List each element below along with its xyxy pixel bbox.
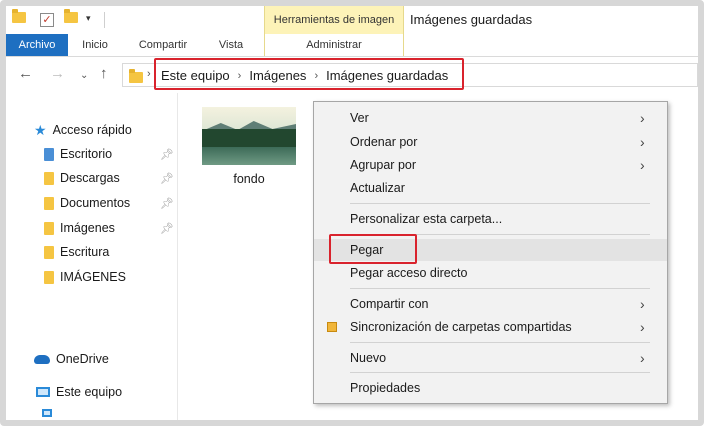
- menu-separator: [350, 372, 650, 373]
- sidebar-item-label: Escritorio: [60, 147, 113, 161]
- tab-administrar[interactable]: Administrar: [264, 34, 404, 56]
- menu-item-actualizar[interactable]: Actualizar: [314, 177, 667, 199]
- explorer-window: ✓ ▾ Herramientas de imagen Imágenes guar…: [6, 6, 698, 420]
- desktop-folder-icon: [44, 147, 54, 161]
- menu-item-label: Propiedades: [350, 381, 421, 395]
- sidebar-item-escritorio[interactable]: Escritorio: [44, 144, 112, 164]
- window-title: Imágenes guardadas: [410, 12, 533, 27]
- file-thumbnail[interactable]: [202, 107, 296, 165]
- pictures-folder-icon: [44, 221, 54, 235]
- downloads-folder-icon: [44, 171, 54, 185]
- folder-icon: [12, 9, 26, 23]
- pin-icon[interactable]: 📌︎: [160, 172, 174, 185]
- sidebar-item-label: IMÁGENES: [60, 270, 126, 284]
- tab-vista[interactable]: Vista: [210, 34, 252, 56]
- back-arrow-icon[interactable]: ←: [18, 65, 33, 83]
- picture-tools-context-label: Herramientas de imagen: [264, 6, 404, 34]
- menu-separator: [350, 288, 650, 289]
- forward-arrow-icon[interactable]: →: [50, 65, 65, 83]
- menu-item-nuevo[interactable]: Nuevo ›: [314, 347, 667, 369]
- sidebar-item-onedrive[interactable]: OneDrive: [34, 349, 109, 369]
- folder-icon: [44, 245, 54, 259]
- menu-item-agrupar-por[interactable]: Agrupar por ›: [314, 154, 667, 176]
- sidebar-item-este-equipo[interactable]: Este equipo: [36, 382, 122, 402]
- up-arrow-icon[interactable]: ↑: [100, 65, 108, 83]
- tab-compartir[interactable]: Compartir: [130, 34, 196, 56]
- tab-archivo[interactable]: Archivo: [6, 34, 68, 56]
- menu-separator: [350, 203, 650, 204]
- star-icon: ★: [34, 122, 47, 138]
- properties-check-icon[interactable]: ✓: [40, 13, 54, 27]
- sidebar-item-acceso-rapido[interactable]: ★ Acceso rápido: [34, 120, 132, 140]
- sidebar-item-escritura[interactable]: Escritura: [44, 242, 109, 262]
- menu-item-label: Sincronización de carpetas compartidas: [350, 320, 572, 334]
- sidebar-item-label: Imágenes: [60, 221, 115, 235]
- menu-item-label: Agrupar por: [350, 158, 417, 172]
- menu-item-pegar-acceso-directo[interactable]: Pegar acceso directo: [314, 262, 667, 284]
- submenu-arrow-icon: ›: [640, 157, 645, 173]
- pin-icon[interactable]: 📌︎: [160, 222, 174, 235]
- menu-item-label: Compartir con: [350, 297, 429, 311]
- sidebar-item-label: Escritura: [60, 245, 110, 259]
- sidebar-item-network-partial[interactable]: [42, 403, 52, 420]
- submenu-arrow-icon: ›: [640, 319, 645, 335]
- menu-item-label: Nuevo: [350, 351, 387, 365]
- ribbon-tabs: Archivo Inicio Compartir Vista Administr…: [6, 34, 698, 56]
- submenu-arrow-icon: ›: [640, 296, 645, 312]
- menu-item-label: Ordenar por: [350, 135, 418, 149]
- sidebar-item-imagenes-caps[interactable]: IMÁGENES: [44, 267, 126, 287]
- cloud-icon: [34, 354, 50, 364]
- submenu-arrow-icon: ›: [640, 350, 645, 366]
- menu-item-label: Ver: [350, 111, 369, 125]
- network-icon: [42, 409, 52, 417]
- recent-locations-chevron-icon[interactable]: ⌄: [80, 67, 88, 85]
- sidebar-item-label: Descargas: [60, 171, 120, 185]
- sync-icon: [327, 322, 337, 332]
- new-folder-icon[interactable]: [64, 9, 78, 23]
- sidebar-item-descargas[interactable]: Descargas: [44, 168, 120, 188]
- sidebar-item-documentos[interactable]: Documentos: [44, 193, 130, 213]
- sidebar-item-label: Documentos: [60, 196, 131, 210]
- sidebar-item-label: OneDrive: [56, 352, 109, 366]
- thumbnail-water: [202, 147, 296, 165]
- menu-item-label: Personalizar esta carpeta...: [350, 212, 503, 226]
- thumbnail-forest: [202, 129, 296, 147]
- folder-icon: [129, 69, 143, 83]
- menu-item-ver[interactable]: Ver ›: [314, 107, 667, 129]
- menu-item-label: Actualizar: [350, 181, 405, 195]
- sidebar-item-label: Este equipo: [56, 385, 123, 399]
- pin-icon[interactable]: 📌︎: [160, 148, 174, 161]
- menu-item-propiedades[interactable]: Propiedades: [314, 377, 667, 399]
- documents-folder-icon: [44, 196, 54, 210]
- address-highlight-box: [154, 58, 464, 90]
- menu-item-compartir-con[interactable]: Compartir con ›: [314, 293, 667, 315]
- navigation-pane: ★ Acceso rápido Escritorio 📌︎ Descargas …: [6, 93, 178, 420]
- sidebar-item-label: Acceso rápido: [52, 123, 132, 137]
- submenu-arrow-icon: ›: [640, 134, 645, 150]
- toolbar-divider: [104, 12, 105, 28]
- menu-item-label: Pegar acceso directo: [350, 266, 468, 280]
- paste-highlight-box: [329, 234, 417, 264]
- quick-access-toolbar: ✓ ▾ Herramientas de imagen Imágenes guar…: [6, 6, 698, 34]
- sidebar-item-imagenes[interactable]: Imágenes: [44, 218, 115, 238]
- menu-item-sincronizacion[interactable]: Sincronización de carpetas compartidas ›: [314, 316, 667, 338]
- submenu-arrow-icon: ›: [640, 110, 645, 126]
- pin-icon[interactable]: 📌︎: [160, 197, 174, 210]
- menu-item-ordenar-por[interactable]: Ordenar por ›: [314, 131, 667, 153]
- menu-item-personalizar[interactable]: Personalizar esta carpeta...: [314, 208, 667, 230]
- menu-separator: [350, 342, 650, 343]
- computer-icon: [36, 387, 50, 397]
- folder-icon: [44, 270, 54, 284]
- breadcrumb-root-chevron-icon[interactable]: ›: [147, 68, 151, 80]
- customize-toolbar-dropdown-icon[interactable]: ▾: [86, 13, 91, 24]
- tab-inicio[interactable]: Inicio: [72, 34, 118, 56]
- file-name-label[interactable]: fondo: [202, 172, 296, 186]
